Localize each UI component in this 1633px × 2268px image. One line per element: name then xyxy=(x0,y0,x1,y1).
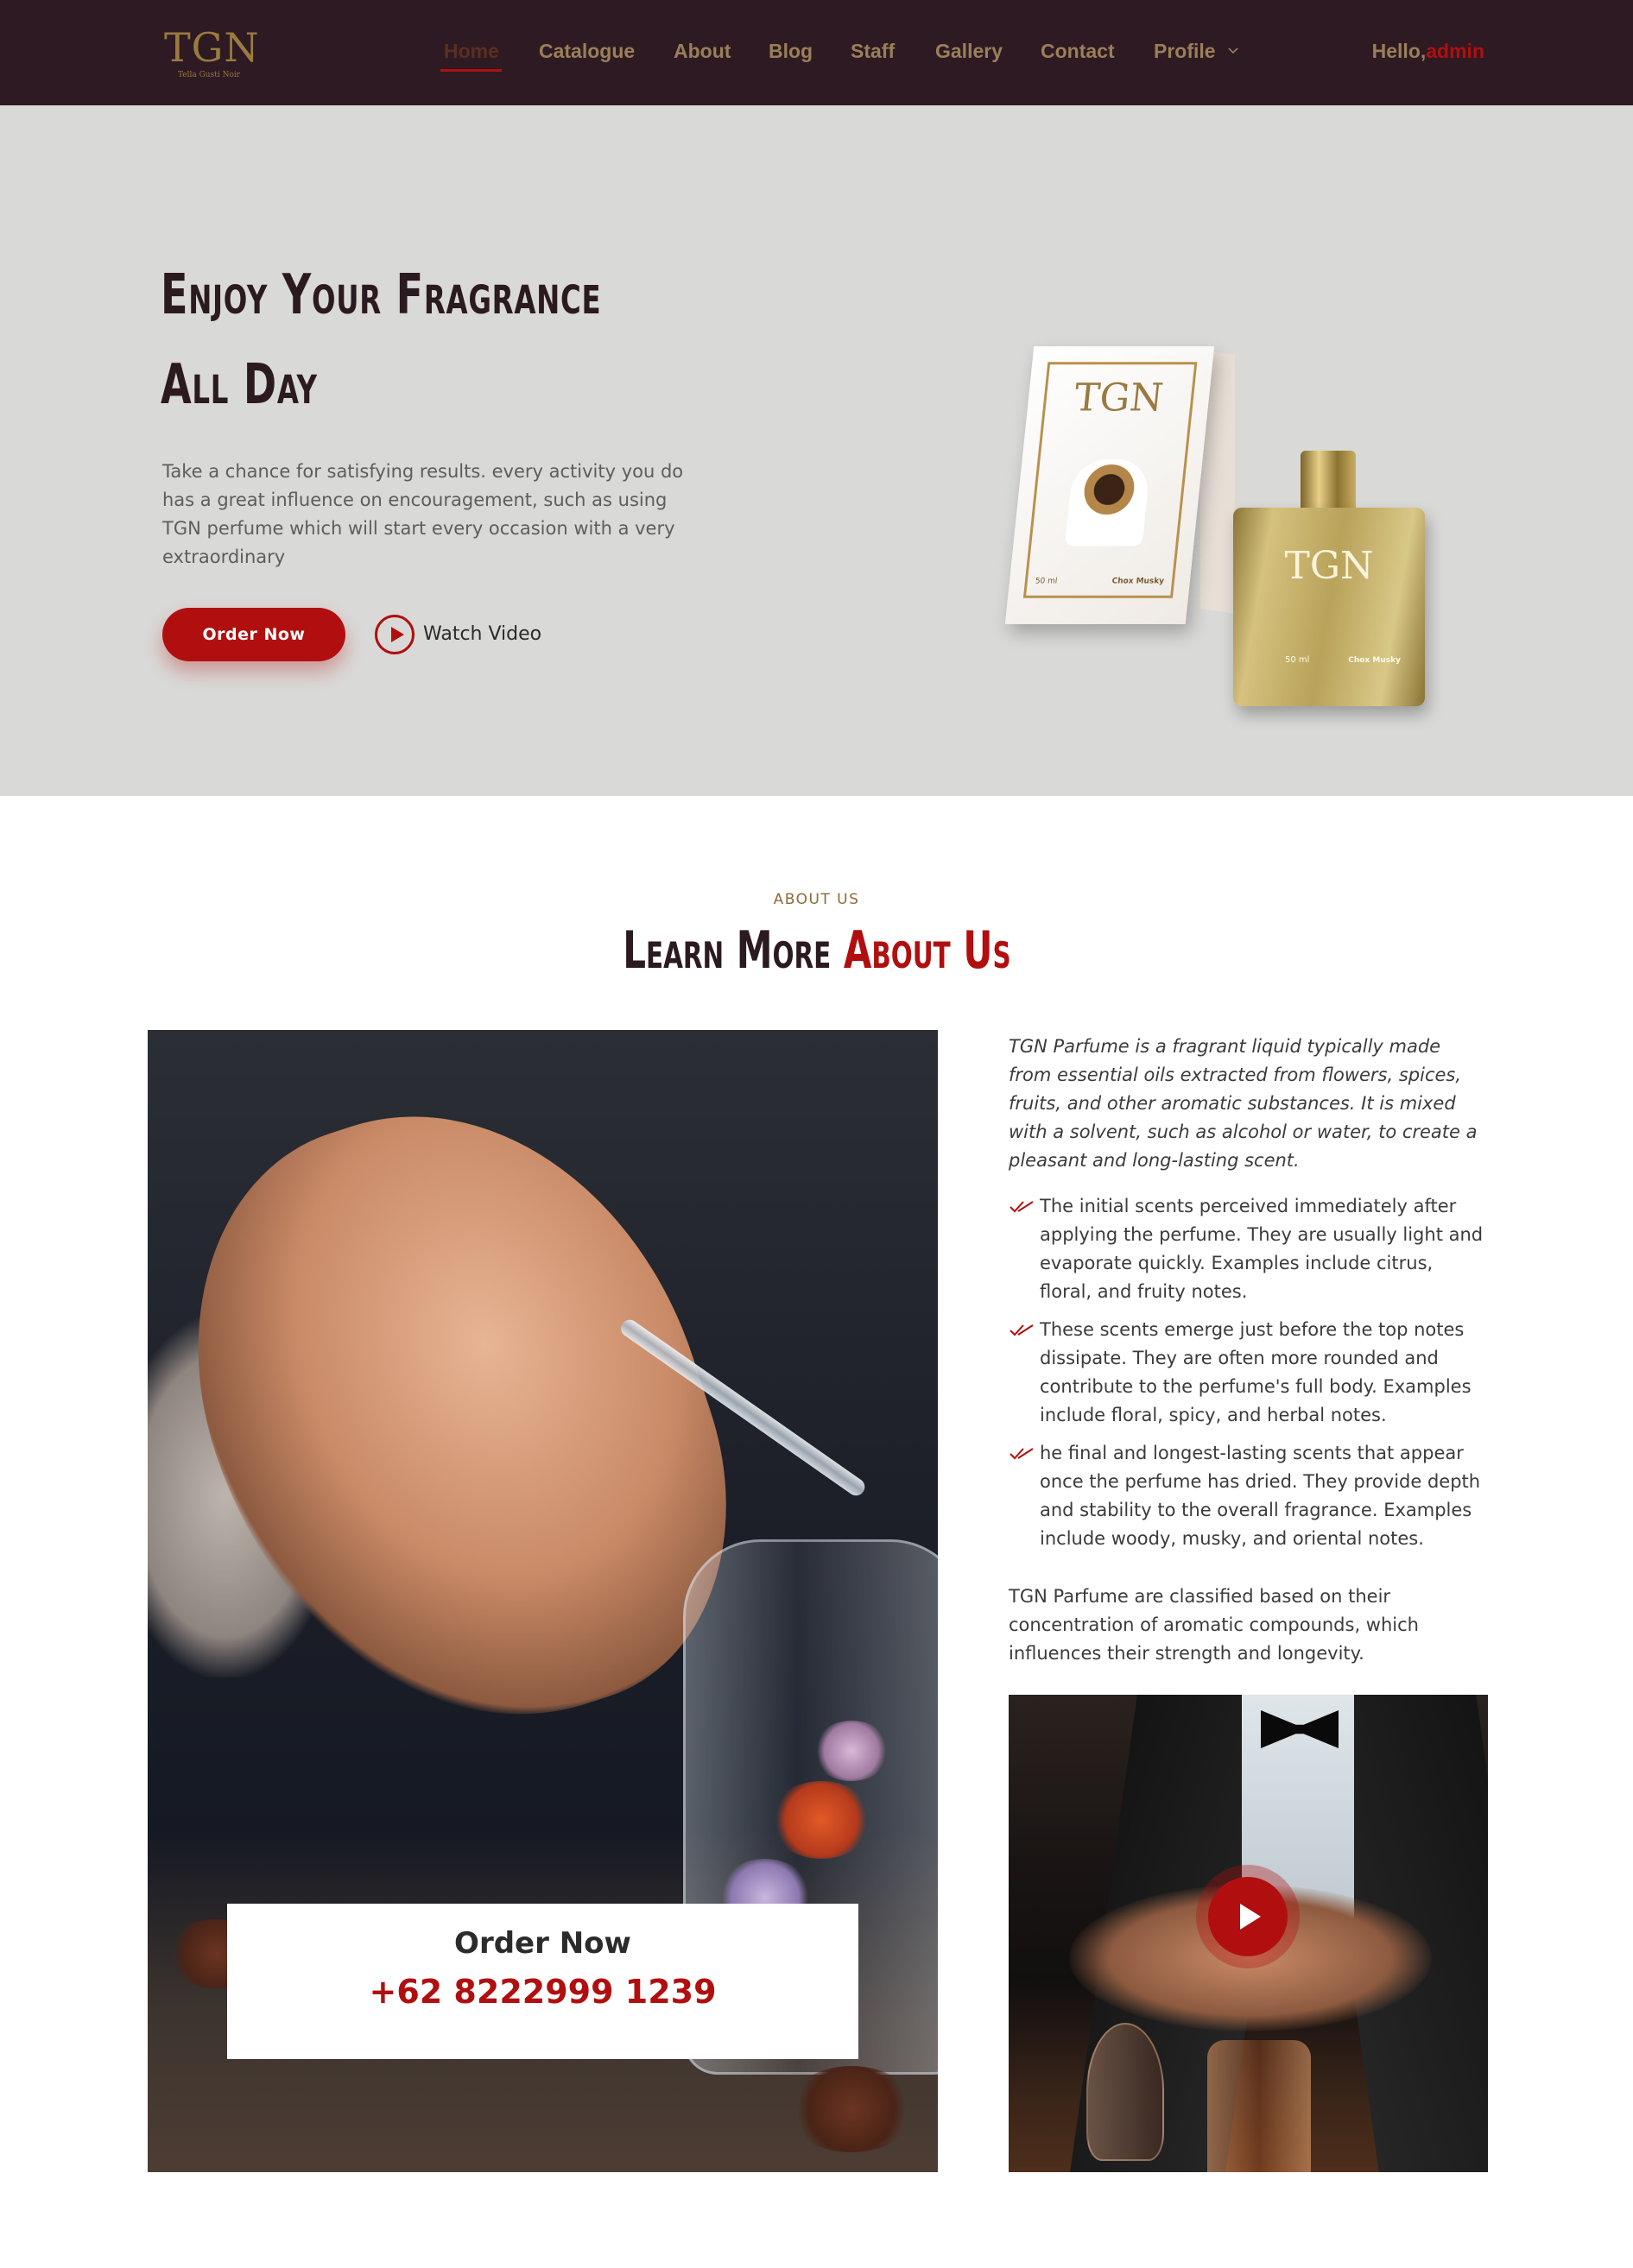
list-item: he final and longest-lasting scents that… xyxy=(1009,1439,1488,1553)
flask-shape xyxy=(1086,2023,1164,2161)
about-closing: TGN Parfume are classified based on thei… xyxy=(1009,1586,1419,1664)
glass-shape xyxy=(1207,2040,1311,2172)
bottle-variant: Chox Musky xyxy=(1348,656,1401,665)
nav-blog[interactable]: Blog xyxy=(769,40,813,63)
bullet-text: he final and longest-lasting scents that… xyxy=(1040,1443,1481,1549)
hero-product-image: TGN 50 ml Chox Musky TGN 50 ml Chox Musk… xyxy=(1002,330,1451,727)
nav-about[interactable]: About xyxy=(674,40,731,63)
list-item: These scents emerge just before the top … xyxy=(1009,1316,1488,1430)
watch-video-label: Watch Video xyxy=(423,623,542,645)
double-check-icon xyxy=(1010,1324,1034,1336)
double-check-icon xyxy=(1010,1201,1034,1213)
flower-shape xyxy=(769,1781,873,1859)
star-anise-shape xyxy=(787,2066,916,2152)
play-icon[interactable] xyxy=(1208,1877,1288,1956)
about-text: TGN Parfume is a fragrant liquid typical… xyxy=(1009,1033,1488,1668)
box-logo: TGN xyxy=(1072,376,1166,420)
nav-active-indicator xyxy=(440,69,502,72)
about-title: Learn More About Us xyxy=(0,920,1633,981)
nav-contact[interactable]: Contact xyxy=(1041,40,1115,63)
double-check-icon xyxy=(1010,1448,1034,1460)
box-volume: 50 ml xyxy=(1035,577,1058,586)
nav-catalogue[interactable]: Catalogue xyxy=(539,40,635,63)
nav-gallery[interactable]: Gallery xyxy=(935,40,1003,63)
nav-home[interactable]: Home xyxy=(444,40,499,63)
order-now-button[interactable]: Order Now xyxy=(162,608,345,661)
about-eyebrow: ABOUT US xyxy=(773,891,860,908)
bottle-logo: TGN xyxy=(1284,544,1374,588)
bullet-text: These scents emerge just before the top … xyxy=(1040,1319,1472,1425)
box-variant: Chox Musky xyxy=(1111,577,1165,586)
greeting-text: Hello, xyxy=(1371,40,1427,62)
hero-title-line1: Enjoy Your Fragrance xyxy=(161,263,602,327)
hero-section: Enjoy Your Fragrance All Day Take a chan… xyxy=(0,105,1633,796)
nav-profile-dropdown[interactable]: Profile xyxy=(1154,40,1238,63)
bottle-volume: 50 ml xyxy=(1285,655,1310,665)
logo-text: TGN xyxy=(164,24,260,71)
chevron-down-icon xyxy=(1228,47,1238,54)
nav-profile-label: Profile xyxy=(1154,40,1216,62)
bottle-cap xyxy=(1301,451,1356,516)
hero-title-line2: All Day xyxy=(161,353,318,417)
flower-shape xyxy=(813,1721,890,1781)
about-title-prefix: Learn More xyxy=(622,920,844,981)
brand-logo[interactable]: TGN Tella Gusti Noir xyxy=(164,24,268,81)
order-card[interactable]: Order Now +62 8222999 1239 xyxy=(227,1904,858,2059)
about-bullet-list: The initial scents perceived immediately… xyxy=(1009,1192,1488,1553)
navbar: TGN Tella Gusti Noir Home Catalogue Abou… xyxy=(0,0,1633,105)
logo-subtitle: Tella Gusti Noir xyxy=(178,71,241,79)
list-item: The initial scents perceived immediately… xyxy=(1009,1192,1488,1306)
nav-staff[interactable]: Staff xyxy=(851,40,895,63)
perfume-bottle: TGN 50 ml Chox Musky xyxy=(1233,508,1425,706)
about-title-accent: About Us xyxy=(843,920,1011,981)
about-intro: TGN Parfume is a fragrant liquid typical… xyxy=(1009,1036,1478,1171)
bullet-text: The initial scents perceived immediately… xyxy=(1040,1196,1484,1302)
user-greeting: Hello,admin xyxy=(1372,40,1484,63)
hero-title: Enjoy Your Fragrance All Day xyxy=(161,250,608,430)
product-box: TGN 50 ml Chox Musky xyxy=(1004,346,1215,624)
play-circle-icon xyxy=(375,615,415,654)
order-card-title: Order Now xyxy=(454,1926,631,1961)
video-thumbnail[interactable] xyxy=(1009,1695,1488,2172)
order-card-phone[interactable]: +62 8222999 1239 xyxy=(227,1973,858,2011)
username[interactable]: admin xyxy=(1426,40,1484,62)
hero-description: Take a chance for satisfying results. ev… xyxy=(162,461,684,567)
